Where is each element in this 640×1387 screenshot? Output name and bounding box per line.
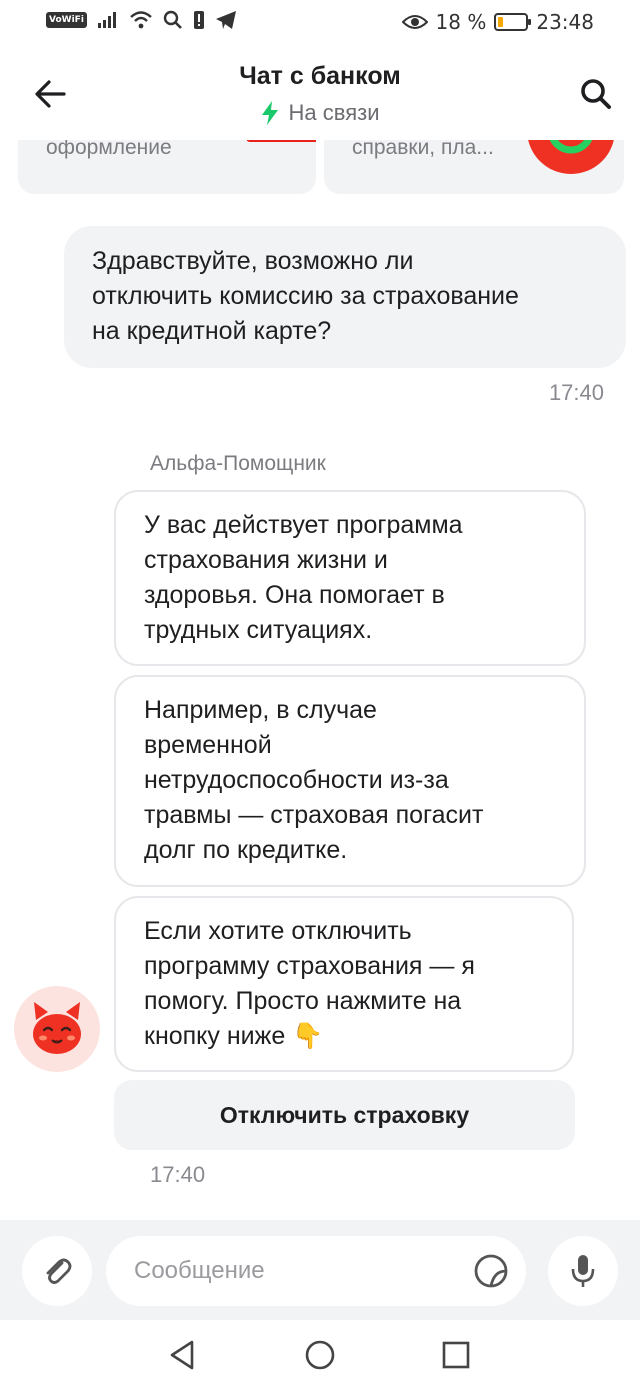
paperclip-icon xyxy=(46,1258,72,1284)
chat-header: Чат с банком На связи xyxy=(0,44,640,140)
outgoing-message: Здравствуйте, возможно ли отключить коми… xyxy=(64,226,626,368)
outgoing-timestamp: 17:40 xyxy=(548,380,604,405)
battery-percent: 18 % xyxy=(435,10,487,34)
composer-bar xyxy=(0,1220,640,1320)
notification-icon xyxy=(193,11,204,29)
page-title: Чат с банком xyxy=(239,62,401,90)
home-circle-icon[interactable] xyxy=(303,1338,337,1372)
disable-insurance-button[interactable]: Отключить страховку xyxy=(114,1080,575,1150)
message-line: на кредитной карте? xyxy=(92,317,332,345)
message-line: У вас действует программа xyxy=(144,511,463,539)
message-line: страхования жизни и xyxy=(144,546,388,574)
recents-square-icon[interactable] xyxy=(439,1338,473,1372)
message-line: трудных ситуациях. xyxy=(144,616,373,644)
microphone-icon xyxy=(571,1255,595,1287)
message-line: здоровья. Она помогает в xyxy=(144,581,445,609)
lightning-icon xyxy=(261,101,278,125)
message-input[interactable] xyxy=(134,1236,454,1306)
incoming-message: Если хотите отключить программу страхова… xyxy=(114,896,574,1072)
sticker-icon[interactable] xyxy=(472,1252,510,1290)
message-line: временной xyxy=(144,731,272,759)
battery-icon xyxy=(494,13,532,31)
status-bar-left: VoWiFi xyxy=(46,10,237,30)
status-bar: VoWiFi 18 % 23:48 xyxy=(0,0,640,44)
microphone-button[interactable] xyxy=(548,1236,618,1306)
status-bar-right: 18 % 23:48 xyxy=(401,10,594,34)
incoming-timestamp: 17:40 xyxy=(150,1162,206,1187)
message-line: долг по кредитке. xyxy=(144,836,348,864)
message-line: нетрудоспособности из-за xyxy=(144,766,449,794)
cat-icon xyxy=(33,1002,81,1054)
search-icon xyxy=(163,10,182,29)
sender-name: Альфа-Помощник xyxy=(150,452,326,475)
battery-fill xyxy=(498,17,504,27)
attach-button[interactable] xyxy=(22,1236,92,1306)
incoming-message: Например, в случае временной нетрудоспос… xyxy=(114,675,586,887)
message-line: травмы — страховая погасит xyxy=(144,801,484,829)
telegram-icon xyxy=(215,11,236,29)
wifi-icon xyxy=(130,11,152,29)
back-triangle-icon[interactable] xyxy=(166,1338,200,1372)
clock: 23:48 xyxy=(536,10,594,34)
message-line: программу страхования — я xyxy=(144,952,475,980)
system-nav-bar xyxy=(0,1320,640,1387)
online-status-label: На связи xyxy=(288,100,380,125)
message-line: помогу. Просто нажмите на xyxy=(144,987,462,1015)
search-icon[interactable] xyxy=(576,74,616,114)
message-line: Здравствуйте, возможно ли xyxy=(92,247,414,275)
message-line: Например, в случае xyxy=(144,696,377,724)
signal-icon xyxy=(97,12,116,28)
message-line: кнопку ниже 👇 xyxy=(144,1022,324,1050)
avatar xyxy=(14,986,100,1072)
message-input-wrapper xyxy=(106,1236,526,1306)
message-line: отключить комиссию за страхование xyxy=(92,282,519,310)
eye-icon xyxy=(401,15,428,29)
vowifi-badge: VoWiFi xyxy=(46,12,87,28)
online-status: На связи xyxy=(0,100,640,126)
incoming-message: У вас действует программа страхования жи… xyxy=(114,490,586,666)
message-line: Если хотите отключить xyxy=(144,917,412,945)
